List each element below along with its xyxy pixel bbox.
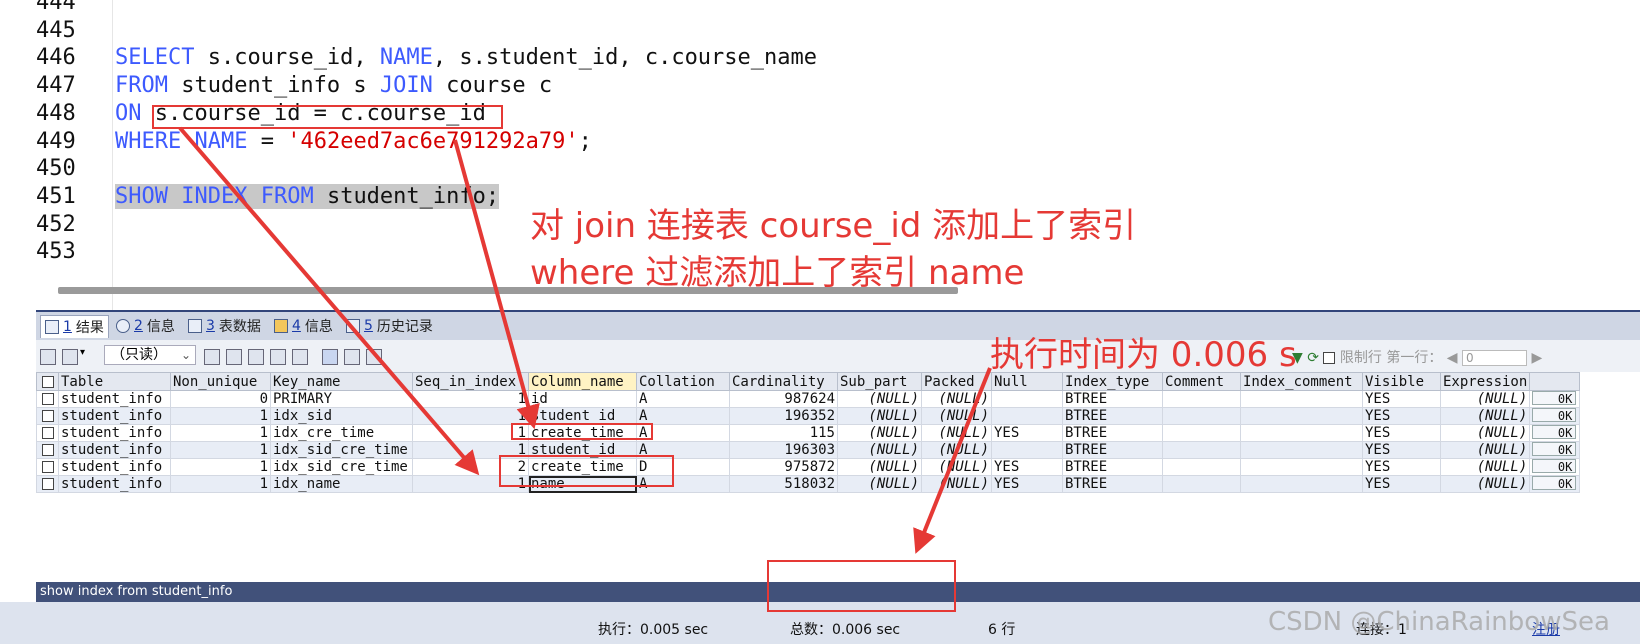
arrow-to-course-index bbox=[453, 139, 540, 430]
arrow-to-total-time bbox=[913, 367, 992, 554]
arrow-to-name-index bbox=[178, 126, 480, 476]
annotation-arrows bbox=[178, 126, 992, 554]
